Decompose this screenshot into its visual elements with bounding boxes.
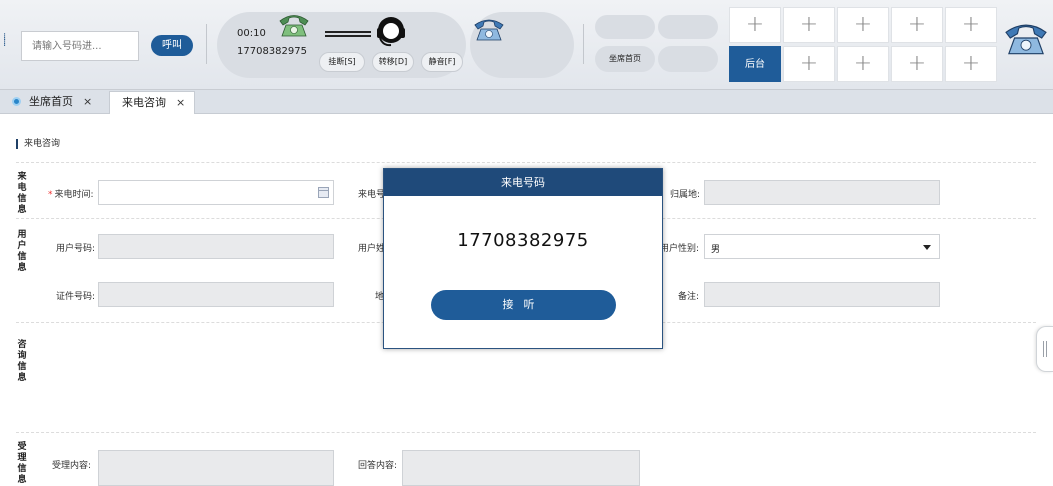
call-button[interactable]: 呼叫 [151,35,193,56]
green-phone-icon [279,15,309,37]
user-name-label: 用户姓 [358,244,386,254]
dialog-title: 来电号码 [384,169,662,196]
section-title: 来电咨询 [16,139,60,149]
answer-content-textarea[interactable] [402,450,640,486]
id-number-input[interactable] [98,282,334,307]
user-number-input[interactable] [98,234,334,259]
tab-label: 来电咨询 [122,96,166,109]
tab-agent-home[interactable]: 坐席首页 × [12,91,100,114]
gender-value: 男 [711,245,721,255]
call-time-label-text: 来电时间: [54,190,94,200]
required-mark: * [48,190,53,200]
location-label: 归属地: [670,190,701,200]
location-input[interactable] [704,180,940,205]
accept-content-label: 受理内容: [52,461,92,471]
home-icon [12,97,21,106]
quick-slot[interactable]: + [729,7,781,43]
quick-slot[interactable]: + [891,7,943,43]
grip-icon[interactable]: ⁞ ⁞ [3,33,6,49]
remark-label: 备注: [678,292,700,302]
divider [16,432,1036,433]
user-gender-label: 用户性别: [660,244,700,254]
accept-content-textarea[interactable] [98,450,334,486]
tab-incoming-consult[interactable]: 来电咨询 × [109,91,195,114]
dial-number-input[interactable] [21,31,139,61]
divider [583,24,584,64]
remark-input[interactable] [704,282,940,307]
group-label-caller: 来电信息 [17,172,27,215]
incoming-call-dialog: 来电号码 17708382975 接听 [383,168,663,349]
quick-slot[interactable]: + [891,46,943,82]
blue-phone-icon[interactable] [473,15,505,43]
transfer-button[interactable]: 转移[D] [372,52,414,72]
blue-phone-icon[interactable] [1003,18,1049,58]
close-icon[interactable]: × [83,95,92,108]
close-icon[interactable]: × [176,96,185,109]
hangup-button[interactable]: 挂断[S] [319,52,365,72]
calendar-icon[interactable] [318,187,329,198]
status-pill[interactable] [658,46,718,72]
id-number-label: 证件号码: [56,292,96,302]
call-number: 17708382975 [237,46,307,57]
caller-number-label: 来电号 [358,190,386,200]
softphone-toolbar: ⁞⁞ 呼叫 00:10 17708382975 挂断[S] 转移[D] 静音[F… [0,0,1053,90]
group-label-consult: 咨询信息 [17,340,27,383]
incoming-number: 17708382975 [457,230,589,251]
status-pill[interactable] [595,15,655,39]
divider [206,24,207,64]
answer-button[interactable]: 接听 [431,290,616,320]
quick-slot[interactable]: + [837,7,889,43]
answer-content-label: 回答内容: [358,461,398,471]
group-label-user: 用户信息 [17,230,27,273]
user-gender-select[interactable]: 男 [704,234,940,259]
quick-slot[interactable]: + [837,46,889,82]
headset-icon [377,17,405,47]
tab-bar: 坐席首页 × 来电咨询 × [0,90,1053,114]
side-panel-handle[interactable] [1036,326,1053,372]
quick-slot[interactable]: + [783,7,835,43]
user-number-label: 用户号码: [56,244,96,254]
quick-slot[interactable]: + [783,46,835,82]
quick-slot[interactable]: + [945,46,997,82]
line-connector-icon [325,31,371,37]
call-duration: 00:10 [237,28,266,39]
tab-label: 坐席首页 [29,95,73,108]
status-pill[interactable] [658,15,718,39]
quick-slot[interactable]: + [945,7,997,43]
group-label-accept: 受理信息 [17,442,27,485]
divider [16,162,1036,163]
call-time-label: * 来电时间: [48,187,94,200]
call-time-input[interactable] [98,180,334,205]
mute-button[interactable]: 静音[F] [421,52,463,72]
agent-home-button[interactable]: 坐席首页 [595,46,655,72]
caret-down-icon [923,245,931,250]
backstage-button[interactable]: 后台 [729,46,781,82]
